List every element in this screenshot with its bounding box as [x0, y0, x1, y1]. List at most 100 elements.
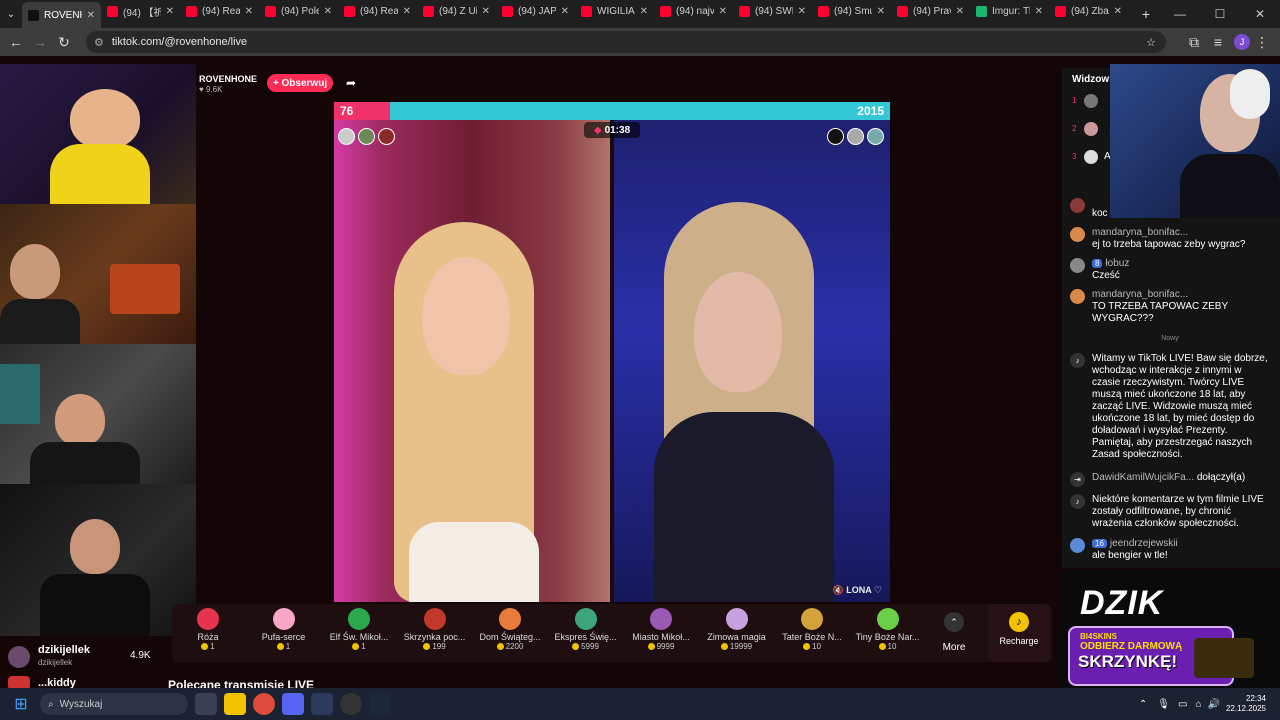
chrome-icon[interactable] — [253, 693, 275, 715]
close-tab-icon[interactable]: ✕ — [245, 6, 253, 17]
follow-button[interactable]: + Obserwuj — [267, 74, 333, 92]
supporter-avatar[interactable] — [847, 128, 864, 145]
browser-tab[interactable]: (94) najv ✕ — [654, 0, 733, 22]
chevron-up-icon[interactable]: ⌃ — [944, 612, 964, 632]
search-icon: ⌕ — [48, 698, 54, 710]
taskbar-search[interactable]: ⌕ Wyszukaj — [40, 693, 188, 715]
tab-search-icon[interactable]: ⌄ — [0, 9, 22, 20]
gift-item[interactable]: Elf Św. Mikoł... 1 — [323, 604, 395, 651]
chat-username[interactable]: 16 jeendrzejewskii — [1092, 538, 1270, 550]
gift-cost-value: 1 — [285, 642, 291, 651]
browser-tab[interactable]: (94) Smu ✕ — [812, 0, 891, 22]
volume-icon[interactable]: 🔊 — [1208, 699, 1220, 710]
avatar[interactable] — [1084, 150, 1098, 164]
right-host-label[interactable]: 🔇 LONA ♡ — [833, 585, 882, 596]
windows-start-icon[interactable]: ⊞ — [10, 693, 32, 715]
gift-item[interactable]: Tater Boże N... 10 — [776, 604, 848, 651]
close-tab-icon[interactable]: ✕ — [561, 6, 569, 17]
close-tab-icon[interactable]: ✕ — [719, 6, 727, 17]
obs-icon[interactable] — [340, 693, 362, 715]
gift-icon — [348, 608, 370, 630]
network-icon[interactable]: ⌂ — [1195, 699, 1201, 710]
browser-tab[interactable]: (94) Z Ui ✕ — [417, 0, 496, 22]
streamer-name[interactable]: ROVENHONE — [199, 74, 257, 84]
file-explorer-icon[interactable] — [224, 693, 246, 715]
browser-tab[interactable]: (94) Pole ✕ — [259, 0, 338, 22]
gift-item[interactable]: Tiny Boże Nar... 10 — [852, 604, 924, 651]
close-tab-icon[interactable]: ✕ — [798, 6, 806, 17]
browser-tab[interactable]: WIGILIA ✕ — [575, 0, 654, 22]
browser-tab[interactable]: (94) 【祈】 ✕ — [101, 0, 180, 22]
gift-item[interactable]: Zimowa magia 19999 — [701, 604, 773, 651]
avatar[interactable] — [1070, 198, 1085, 213]
gift-item[interactable]: Dom Świąteg... 2200 — [474, 604, 546, 651]
new-tab-button[interactable]: + — [1134, 6, 1158, 22]
mic-icon[interactable]: 🎙 — [1157, 699, 1170, 710]
task-view-icon[interactable] — [195, 693, 217, 715]
extensions-icon[interactable]: ⧉ — [1182, 34, 1206, 51]
back-icon[interactable]: ← — [4, 34, 28, 50]
chat-username[interactable]: 8 łobuz — [1092, 258, 1270, 270]
supporter-avatar[interactable] — [378, 128, 395, 145]
reload-icon[interactable]: ↻ — [52, 34, 76, 51]
supporter-avatar[interactable] — [867, 128, 884, 145]
avatar[interactable] — [1070, 258, 1085, 273]
avatar[interactable] — [8, 646, 30, 668]
browser-tab[interactable]: (94) Real ✕ — [338, 0, 417, 22]
close-tab-icon[interactable]: ✕ — [403, 6, 411, 17]
steam-icon[interactable] — [369, 693, 391, 715]
profile-avatar[interactable]: J — [1234, 34, 1250, 50]
menu-icon[interactable]: ⋮ — [1250, 34, 1274, 51]
supporter-avatar[interactable] — [338, 128, 355, 145]
gift-item[interactable]: Róża 1 — [172, 604, 244, 651]
close-tab-icon[interactable]: ✕ — [166, 6, 174, 17]
app-icon[interactable] — [311, 693, 333, 715]
browser-tab[interactable]: ROVENHONE ✕ — [22, 2, 101, 28]
close-window-icon[interactable]: ✕ — [1240, 7, 1280, 21]
display-icon[interactable]: ▭ — [1178, 699, 1187, 710]
share-icon[interactable]: ➦ — [346, 76, 356, 90]
gift-item[interactable]: Ekspres Świę... 5999 — [550, 604, 622, 651]
browser-tab[interactable]: (94) ŚWI ✕ — [733, 0, 812, 22]
avatar[interactable] — [1070, 538, 1085, 553]
viewer-name[interactable]: dzikijellek — [38, 644, 90, 656]
discord-icon[interactable] — [282, 693, 304, 715]
close-tab-icon[interactable]: ✕ — [1035, 6, 1043, 17]
browser-tab[interactable]: (94) Prav ✕ — [891, 0, 970, 22]
avatar[interactable] — [1070, 289, 1085, 304]
browser-tab[interactable]: Imgur: Th ✕ — [970, 0, 1049, 22]
chat-username[interactable]: mandaryna_bonifac... — [1092, 227, 1270, 239]
chevron-up-icon[interactable]: ⌃ — [1139, 699, 1147, 710]
close-tab-icon[interactable]: ✕ — [87, 10, 95, 21]
address-bar[interactable]: ⚙ tiktok.com/@rovenhone/live ☆ — [86, 31, 1166, 53]
avatar[interactable] — [1084, 94, 1098, 108]
join-username[interactable]: DawidKamilWujcikFa... — [1092, 472, 1194, 483]
site-info-icon[interactable]: ⚙ — [94, 36, 104, 49]
gift-item[interactable]: Skrzynka poc... 199 — [399, 604, 471, 651]
browser-tab[interactable]: (94) Zba ✕ — [1049, 0, 1128, 22]
more-gifts-button[interactable]: More — [936, 642, 972, 653]
close-tab-icon[interactable]: ✕ — [956, 6, 964, 17]
browser-tab[interactable]: (94) Real ✕ — [180, 0, 259, 22]
clock[interactable]: 22:34 22.12.2025 — [1226, 694, 1266, 714]
gift-item[interactable]: Pufa-serce 1 — [248, 604, 320, 651]
recharge-button[interactable]: ♪ Recharge — [988, 604, 1050, 662]
gift-item[interactable]: Miasto Mikoł... 9999 — [625, 604, 697, 651]
chat-username[interactable]: mandaryna_bonifac... — [1092, 289, 1270, 301]
live-battle-video[interactable]: 76 2015 ◆ 01:38 🔇 LONA ♡ — [334, 102, 890, 602]
forward-icon[interactable]: → — [28, 34, 52, 50]
avatar[interactable] — [1070, 227, 1085, 242]
close-tab-icon[interactable]: ✕ — [640, 6, 648, 17]
minimize-icon[interactable]: — — [1160, 7, 1200, 21]
close-tab-icon[interactable]: ✕ — [1114, 6, 1122, 17]
bookmark-star-icon[interactable]: ☆ — [1146, 36, 1156, 49]
maximize-icon[interactable]: ☐ — [1200, 7, 1240, 21]
close-tab-icon[interactable]: ✕ — [877, 6, 885, 17]
browser-tab[interactable]: (94) JAP ✕ — [496, 0, 575, 22]
media-icon[interactable]: ≡ — [1206, 34, 1230, 50]
supporter-avatar[interactable] — [358, 128, 375, 145]
close-tab-icon[interactable]: ✕ — [482, 6, 490, 17]
avatar[interactable] — [1084, 122, 1098, 136]
supporter-avatar[interactable] — [827, 128, 844, 145]
close-tab-icon[interactable]: ✕ — [324, 6, 332, 17]
